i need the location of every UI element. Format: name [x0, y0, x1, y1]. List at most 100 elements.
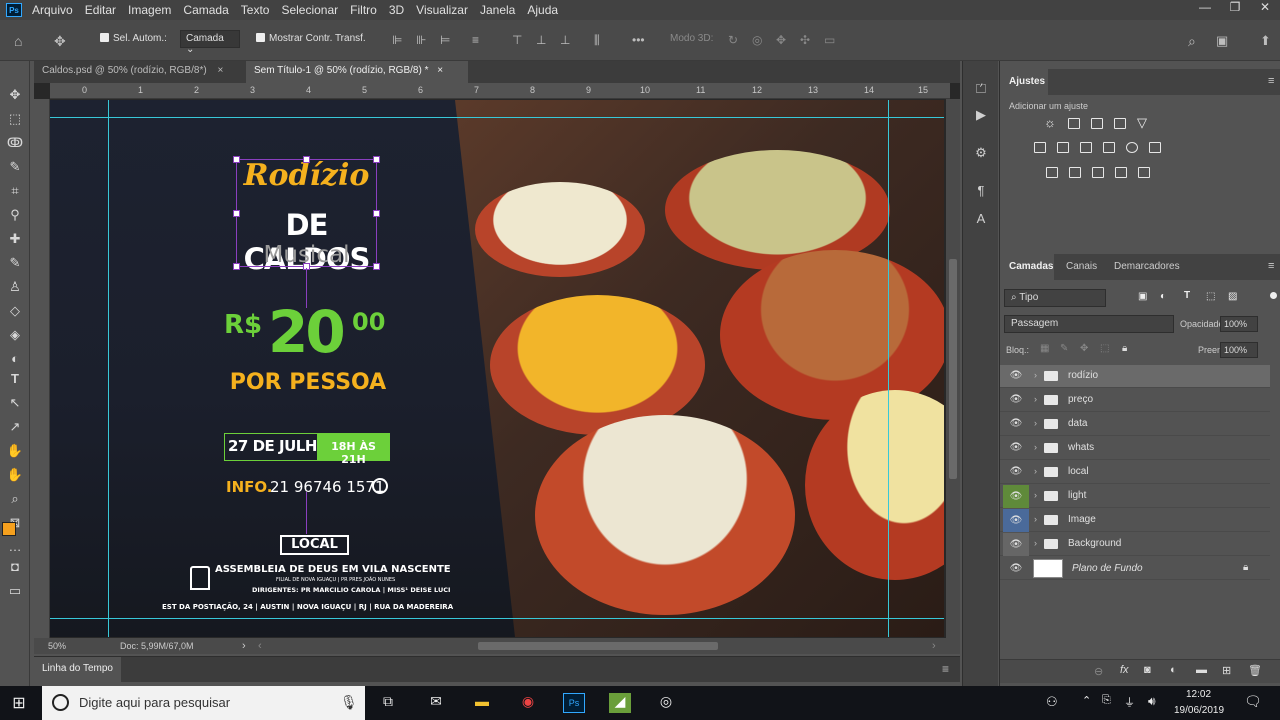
hand-tool-icon[interactable]: ✋ — [0, 443, 30, 459]
curves-icon[interactable] — [1091, 118, 1103, 129]
paint-bucket-tool-icon[interactable]: ◈ — [0, 327, 30, 343]
tab-close-icon[interactable]: × — [217, 65, 223, 76]
network-icon[interactable]: ⎘ — [1102, 694, 1111, 707]
expand-chevron-icon[interactable]: › — [1034, 394, 1037, 404]
auto-select-checkbox[interactable]: Sel. Autom.: — [100, 33, 167, 44]
transform-handle[interactable] — [373, 263, 380, 270]
transform-handle[interactable] — [373, 210, 380, 217]
menu-imagem[interactable]: Imagem — [128, 3, 171, 17]
path-select-tool-icon[interactable]: ↖ — [0, 395, 30, 411]
clock-time[interactable]: 12:02 — [1186, 689, 1211, 700]
layer-light[interactable]: 👁︎ › light — [1000, 485, 1270, 508]
menu-camada[interactable]: Camada — [183, 3, 228, 17]
menu-texto[interactable]: Texto — [241, 3, 270, 17]
dodge-tool-icon[interactable]: ◐ — [0, 351, 30, 366]
color-lookup-icon[interactable] — [1149, 142, 1161, 153]
taskbar-search[interactable]: Digite aqui para pesquisar 🎙︎ — [42, 686, 365, 720]
ruler-horizontal[interactable]: 0 1 2 3 4 5 6 7 8 9 10 11 12 13 14 15 — [50, 83, 950, 99]
visibility-eye-icon[interactable]: 👁︎ — [1003, 533, 1029, 556]
show-transform-checkbox[interactable]: Mostrar Contr. Transf. — [256, 33, 366, 44]
delete-layer-icon[interactable]: 🗑︎ — [1248, 664, 1262, 677]
tab-paths[interactable]: Demarcadores — [1114, 261, 1180, 272]
black-white-icon[interactable] — [1080, 142, 1092, 153]
vibrance-icon[interactable]: ▽ — [1137, 115, 1147, 131]
tab-close-icon[interactable]: × — [437, 65, 443, 76]
align-middle-icon[interactable]: ⊥ — [536, 33, 546, 47]
menu-ajuda[interactable]: Ajuda — [527, 3, 558, 17]
distribute-icon[interactable]: ≡ — [472, 33, 479, 47]
zoom-tool-icon[interactable]: ⌕ — [0, 491, 30, 507]
menu-3d[interactable]: 3D — [389, 3, 404, 17]
threshold-icon[interactable] — [1092, 167, 1104, 178]
expand-chevron-icon[interactable]: › — [1034, 490, 1037, 500]
crop-tool-icon[interactable]: ⌗ — [0, 183, 30, 199]
transform-handle[interactable] — [233, 210, 240, 217]
visibility-eye-icon[interactable]: 👁︎ — [1003, 509, 1029, 532]
timeline-tab[interactable]: Linha do Tempo — [34, 657, 121, 682]
layer-preco[interactable]: 👁︎ › preço — [1000, 389, 1270, 412]
lock-all-icon[interactable]: 🔒︎ — [1122, 343, 1127, 354]
vertical-scrollbar[interactable] — [949, 259, 957, 479]
paragraph-icon[interactable]: ¶ — [963, 183, 999, 198]
notifications-icon[interactable]: 🗨︎ — [1244, 693, 1262, 710]
tab-adjustments[interactable]: Ajustes — [1000, 69, 1048, 95]
exposure-icon[interactable] — [1114, 118, 1126, 129]
fill-input[interactable]: 100% — [1220, 342, 1258, 358]
guide-horizontal[interactable] — [50, 117, 944, 118]
photoshop-taskbar-icon[interactable]: Ps — [563, 693, 585, 713]
layer-filter-dropdown[interactable]: ⌕ Tipo — [1004, 289, 1106, 307]
people-icon[interactable]: ⚇ — [1046, 694, 1058, 710]
menu-editar[interactable]: Editar — [85, 3, 116, 17]
expand-chevron-icon[interactable]: › — [1034, 514, 1037, 524]
panel-menu-icon[interactable]: ≡ — [1268, 75, 1274, 87]
brush-tool-icon[interactable]: ✎ — [0, 255, 30, 271]
file-explorer-icon[interactable]: ▬ — [471, 693, 493, 713]
filter-pixel-icon[interactable]: ▣ — [1138, 291, 1147, 302]
transform-box[interactable] — [233, 156, 380, 270]
filter-smart-icon[interactable]: ▨ — [1228, 291, 1237, 302]
visibility-eye-icon[interactable]: 👁︎ — [1009, 418, 1023, 430]
visibility-eye-icon[interactable]: 👁︎ — [1009, 442, 1023, 454]
volume-icon[interactable]: 🔊︎ — [1148, 694, 1156, 709]
foreground-color-swatch[interactable] — [2, 522, 16, 536]
tab-layers[interactable]: Camadas — [1000, 254, 1054, 280]
clock-date[interactable]: 19/06/2019 — [1174, 705, 1224, 716]
new-group-icon[interactable]: ▬ — [1196, 664, 1207, 676]
expand-chevron-icon[interactable]: › — [1034, 466, 1037, 476]
visibility-eye-icon[interactable]: 👁︎ — [1009, 466, 1023, 478]
move-tool-icon[interactable]: ✥ — [54, 33, 66, 50]
layer-local[interactable]: 👁︎ › local — [1000, 461, 1270, 484]
filter-shape-icon[interactable]: ⬚ — [1206, 291, 1215, 302]
lock-pixels-icon[interactable]: ✎ — [1060, 343, 1068, 354]
scroll-right-icon[interactable]: › — [932, 640, 936, 652]
expand-chevron-icon[interactable]: › — [1034, 370, 1037, 380]
photoshop-app-icon[interactable]: Ps — [6, 3, 22, 17]
more-tools-icon[interactable]: … — [0, 539, 30, 554]
align-top-icon[interactable]: ⊤ — [512, 33, 522, 47]
align-center-icon[interactable]: ⊪ — [416, 33, 426, 47]
expand-chevron-icon[interactable]: › — [1034, 442, 1037, 452]
add-mask-icon[interactable]: ◙ — [1144, 664, 1151, 676]
quick-mask-icon[interactable]: ◘ — [0, 559, 30, 574]
ruler-vertical[interactable] — [34, 99, 50, 638]
guide-vertical[interactable] — [108, 100, 109, 637]
quick-select-tool-icon[interactable]: ✎ — [0, 159, 30, 175]
character-icon[interactable]: A — [963, 211, 999, 226]
app-green-icon[interactable]: ◢ — [609, 693, 631, 713]
layer-plano-de-fundo[interactable]: 👁︎ Plano de Fundo 🔒︎ — [1000, 558, 1270, 580]
document-canvas[interactable]: Rodízio DE CALDOS Musical R$ 20 00 POR P… — [50, 100, 944, 637]
menu-selecionar[interactable]: Selecionar — [281, 3, 338, 17]
search-icon[interactable]: ⌕ — [1188, 33, 1196, 50]
posterize-icon[interactable] — [1069, 167, 1081, 178]
task-view-icon[interactable]: ⧉ — [377, 693, 399, 713]
tab-sem-titulo[interactable]: Sem Título-1 @ 50% (rodízio, RGB/8) * × — [246, 61, 468, 83]
app-obs-icon[interactable]: ◎ — [655, 693, 677, 713]
lasso-tool-icon[interactable]: ↂ — [0, 135, 30, 151]
chrome-icon[interactable]: ◉ — [517, 693, 539, 713]
photo-filter-icon[interactable] — [1103, 142, 1115, 153]
layer-image[interactable]: 👁︎ › Image — [1000, 509, 1270, 532]
expand-chevron-icon[interactable]: › — [1034, 538, 1037, 548]
share-icon[interactable]: ⬆ — [1260, 33, 1271, 49]
3d-scale-icon[interactable]: ▭ — [824, 33, 835, 47]
3d-slide-icon[interactable]: ✣ — [800, 33, 810, 47]
